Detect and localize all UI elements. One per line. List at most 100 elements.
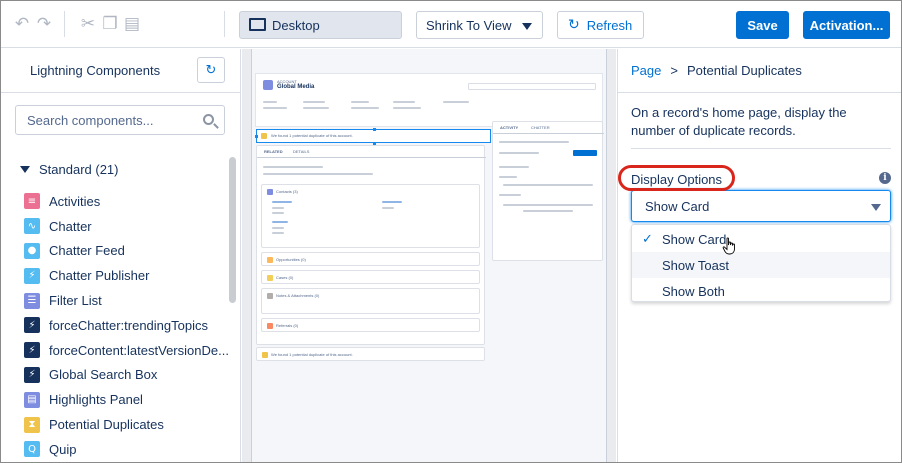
component-item[interactable]: ▤ Highlights Panel xyxy=(24,387,224,412)
chatter-publisher-icon: ⚡ xyxy=(24,267,40,284)
toolbar: ↶ ↷ ✂ ❐ ▤ Desktop Shrink To View ↻ Refre… xyxy=(1,1,901,48)
app-frame: ↶ ↷ ✂ ❐ ▤ Desktop Shrink To View ↻ Refre… xyxy=(0,0,902,463)
toolbar-divider xyxy=(224,11,225,37)
component-item[interactable]: ● Chatter Feed xyxy=(24,239,224,264)
paste-icon[interactable]: ▤ xyxy=(123,14,141,34)
breadcrumb-page-link[interactable]: Page xyxy=(631,63,661,78)
zoom-select[interactable]: Shrink To View xyxy=(416,11,543,39)
divider xyxy=(1,92,240,93)
component-item[interactable]: Q Quip xyxy=(24,437,224,462)
components-panel-title: Lightning Components xyxy=(30,63,161,78)
callout-highlight-ring xyxy=(618,165,735,191)
record-action-buttons xyxy=(468,83,596,90)
divider xyxy=(618,92,901,93)
components-scrollbar[interactable] xyxy=(229,157,236,303)
chatter-icon: ∿ xyxy=(24,218,40,235)
selection-handle xyxy=(255,135,258,138)
referrals-related-list: Referrals (0) xyxy=(261,318,480,332)
duplicate-alert-text: We found 1 potential duplicate of this a… xyxy=(271,133,353,138)
properties-panel: Page > Potential Duplicates On a record'… xyxy=(617,49,901,462)
components-refresh-button[interactable]: ↻ xyxy=(197,57,225,83)
display-options-value: Show Card xyxy=(645,198,710,214)
display-options-menu: ✓ Show Card Show Toast Show Both xyxy=(631,224,891,302)
component-label: Quip xyxy=(49,441,77,457)
device-selector[interactable]: Desktop xyxy=(239,11,402,39)
potential-duplicates-icon: ⧗ xyxy=(24,416,40,433)
option-show-toast[interactable]: Show Toast xyxy=(632,252,890,278)
potential-duplicates-card-footer: We found 1 potential duplicate of this a… xyxy=(256,347,485,361)
notes-related-list: Notes & Attachments (0) xyxy=(261,288,480,314)
activity-card: ACTIVITY CHATTER xyxy=(492,121,604,261)
component-item[interactable]: ☰ Filter List xyxy=(24,288,224,313)
refresh-button[interactable]: ↻ Refresh xyxy=(557,11,644,39)
divider xyxy=(631,148,891,149)
potential-duplicates-card[interactable]: We found 1 potential duplicate of this a… xyxy=(255,128,491,145)
caret-down-icon xyxy=(522,23,532,30)
check-icon: ✓ xyxy=(642,232,653,247)
standard-section-toggle[interactable]: Standard (21) xyxy=(20,162,119,177)
page-canvas: ACCOUNT Global Media We found 1 potentia… xyxy=(242,49,616,462)
tab-related: RELATED xyxy=(264,149,283,154)
component-description: On a record's home page, display the num… xyxy=(631,105,847,138)
standard-section-label: Standard (21) xyxy=(39,162,119,177)
option-show-both[interactable]: Show Both xyxy=(632,278,890,304)
component-item[interactable]: ⚡ forceContent:latestVersionDe... xyxy=(24,338,229,363)
related-tabs-card: RELATED DETAILS Contacts (3) Opportuniti… xyxy=(256,145,486,345)
search-icon xyxy=(203,114,214,125)
page-preview[interactable]: ACCOUNT Global Media We found 1 potentia… xyxy=(251,49,607,462)
component-label: Chatter xyxy=(49,218,92,234)
quip-icon: Q xyxy=(24,441,40,458)
breadcrumb: Page > Potential Duplicates xyxy=(631,63,802,78)
tab-activity: ACTIVITY xyxy=(500,125,519,130)
zoom-value: Shrink To View xyxy=(426,17,512,33)
info-icon[interactable]: i xyxy=(879,172,891,184)
record-header: ACCOUNT Global Media xyxy=(255,73,603,127)
tab-chatter: CHATTER xyxy=(531,125,550,130)
device-label: Desktop xyxy=(272,17,320,33)
component-label: Chatter Publisher xyxy=(49,268,150,284)
component-list: ≡ Activities ∿ Chatter ● Chatter Feed ⚡ Chatter… xyxy=(24,189,229,462)
referrals-label: Referrals (0) xyxy=(276,323,299,328)
component-item[interactable]: ∿ Chatter xyxy=(24,214,224,239)
option-show-card[interactable]: ✓ Show Card xyxy=(632,226,890,252)
opportunities-related-list: Opportunities (0) xyxy=(261,252,480,266)
search-components-input[interactable]: Search components... xyxy=(15,105,225,135)
option-label: Show Toast xyxy=(662,257,729,273)
highlights-panel-icon: ▤ xyxy=(24,391,40,408)
component-item[interactable]: ⚡ forceChatter:trendingTopics xyxy=(24,313,224,338)
lightning-icon: ⚡ xyxy=(24,366,40,383)
copy-icon[interactable]: ❐ xyxy=(101,14,119,34)
cases-label: Cases (0) xyxy=(276,275,294,280)
breadcrumb-separator: > xyxy=(670,63,678,78)
activation-button[interactable]: Activation... xyxy=(803,11,890,39)
save-button[interactable]: Save xyxy=(736,11,789,39)
component-item[interactable]: ⚡ Global Search Box xyxy=(24,363,224,388)
desktop-icon xyxy=(248,18,266,32)
selection-handle xyxy=(373,128,376,131)
opportunities-label: Opportunities (0) xyxy=(276,257,306,262)
duplicates-icon xyxy=(261,133,267,139)
tab-details: DETAILS xyxy=(293,149,310,154)
notes-label: Notes & Attachments (0) xyxy=(276,293,320,298)
filter-list-icon: ☰ xyxy=(24,292,40,309)
record-highlight-fields xyxy=(263,101,583,115)
redo-icon[interactable]: ↷ xyxy=(35,14,53,34)
undo-icon[interactable]: ↶ xyxy=(13,14,31,34)
component-item[interactable]: ≡ Activities xyxy=(24,189,224,214)
hand-cursor-icon xyxy=(722,237,735,255)
caret-down-icon xyxy=(871,204,881,211)
component-label: Global Search Box xyxy=(49,367,158,383)
component-label: Activities xyxy=(49,193,101,209)
lightning-icon: ⚡ xyxy=(24,342,40,359)
cases-related-list: Cases (0) xyxy=(261,270,480,284)
option-label: Show Both xyxy=(662,283,725,299)
component-label: Filter List xyxy=(49,293,102,309)
component-label: forceChatter:trendingTopics xyxy=(49,317,208,333)
chatter-feed-icon: ● xyxy=(24,242,40,259)
display-options-select[interactable]: Show Card xyxy=(631,190,891,222)
footer-alert-text: We found 1 potential duplicate of this a… xyxy=(271,352,353,357)
component-item[interactable]: ⧗ Potential Duplicates xyxy=(24,412,224,437)
cut-icon[interactable]: ✂ xyxy=(79,14,97,34)
chevron-down-icon xyxy=(20,166,30,173)
component-item[interactable]: ⚡ Chatter Publisher xyxy=(24,263,224,288)
